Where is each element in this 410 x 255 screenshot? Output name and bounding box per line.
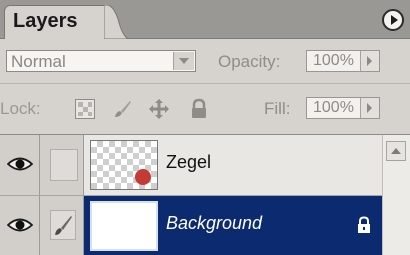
red-seal-dot [135,169,151,185]
scroll-up-arrow-icon[interactable] [386,141,406,161]
opacity-field[interactable]: 100% [306,50,380,72]
layer-link-cell[interactable] [40,135,84,195]
opacity-value: 100% [313,52,354,69]
layer-link-cell[interactable] [40,196,84,255]
tab-edge [104,5,128,39]
blend-options-row: Normal Opacity: 100% [0,39,410,84]
layers-scrollbar[interactable] [382,135,410,255]
layer-name: Background [166,213,263,233]
eye-icon [7,157,33,171]
panel-tab-bar: Layers [0,0,410,39]
layer-thumbnail [90,201,158,251]
fill-slider-arrow-icon[interactable] [360,98,379,118]
layer-name: Zegel [166,152,212,172]
lock-image-brush-icon[interactable] [111,98,133,120]
layers-tab[interactable]: Layers [4,5,112,39]
layers-tab-label: Layers [13,10,78,32]
eye-icon [7,218,33,232]
opacity-slider-arrow-icon[interactable] [360,51,379,71]
empty-link-icon [50,149,78,181]
blend-mode-value: Normal [11,52,66,71]
flyout-menu-icon[interactable] [382,9,404,31]
layers-panel: Layers Normal Opacity: 100% Lock: Fill: … [0,0,410,255]
layer-thumbnail [90,140,158,190]
lock-position-move-icon[interactable] [148,98,170,120]
layer-row-zegel[interactable]: Zegel [0,135,382,196]
lock-row: Lock: Fill: 100% [0,84,410,135]
brush-icon [50,210,76,240]
layer-lock-icon [358,216,370,233]
lock-label: Lock: [0,99,41,118]
blend-mode-select[interactable]: Normal [6,50,196,72]
layers-list: Zegel Background [0,135,382,255]
opacity-label: Opacity: [218,52,281,71]
visibility-toggle[interactable] [0,135,40,195]
lock-all-padlock-icon[interactable] [188,98,210,120]
fill-value: 100% [313,99,354,116]
layer-row-background[interactable]: Background [0,196,382,255]
fill-label: Fill: [264,99,291,118]
visibility-toggle[interactable] [0,196,40,255]
lock-transparent-icon[interactable] [74,98,96,120]
fill-field[interactable]: 100% [306,97,380,119]
chevron-down-icon[interactable] [173,52,194,70]
